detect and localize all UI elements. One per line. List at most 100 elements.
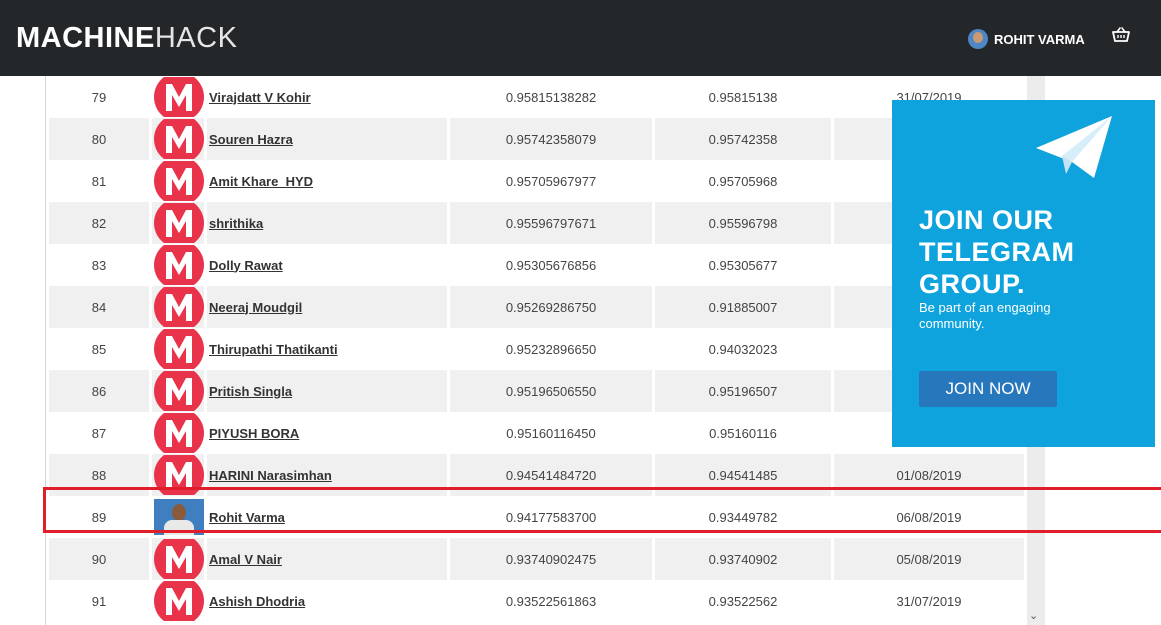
table-row: 90 Amal V Nair 0.93740902475 0.93740902 05/0… (49, 538, 1024, 580)
public-score-cell: 0.95232896650 (450, 328, 652, 370)
leaderboard-table: 79 Virajdatt V Kohir 0.95815138282 0.958151… (46, 76, 1027, 622)
participant-name-link[interactable]: Amit Khare_HYD (209, 174, 313, 189)
participant-name-link[interactable]: Souren Hazra (209, 132, 293, 147)
public-score-cell: 0.95196506550 (450, 370, 652, 412)
submission-date-cell: 01/08/2019 (834, 454, 1024, 496)
avatar-cell (152, 286, 204, 328)
rank-cell: 80 (49, 118, 149, 160)
participant-name-link[interactable]: Dolly Rawat (209, 258, 283, 273)
rank-cell: 88 (49, 454, 149, 496)
private-score-cell: 0.94032023 (655, 328, 831, 370)
table-row: 89 Rohit Varma 0.94177583700 0.93449782 06/0… (49, 496, 1024, 538)
promo-subtext: Be part of an engaging community. (919, 300, 1051, 331)
table-row: 79 Virajdatt V Kohir 0.95815138282 0.958151… (49, 76, 1024, 118)
table-row: 85 Thirupathi Thatikanti 0.95232896650 0.94… (49, 328, 1024, 370)
machinehack-logo-icon (154, 119, 204, 159)
rank-cell: 81 (49, 160, 149, 202)
public-score-cell: 0.95269286750 (450, 286, 652, 328)
rank-cell: 90 (49, 538, 149, 580)
rank-cell: 83 (49, 244, 149, 286)
private-score-cell: 0.93522562 (655, 580, 831, 622)
basket-icon[interactable] (1112, 27, 1130, 43)
private-score-cell: 0.91885007 (655, 286, 831, 328)
avatar-cell (152, 370, 204, 412)
user-name: ROHIT VARMA (994, 31, 1085, 47)
name-cell: Dolly Rawat (207, 244, 447, 286)
table-row: 81 Amit Khare_HYD 0.95705967977 0.95705968 (49, 160, 1024, 202)
private-score-cell: 0.95196507 (655, 370, 831, 412)
name-cell: Pritish Singla (207, 370, 447, 412)
machinehack-logo-icon (154, 581, 204, 621)
private-score-cell: 0.95742358 (655, 118, 831, 160)
telegram-promo-banner[interactable]: JOIN OUR TELEGRAM GROUP. Be part of an e… (892, 100, 1155, 447)
name-cell: Ashish Dhodria (207, 580, 447, 622)
join-now-button[interactable]: JOIN NOW (919, 371, 1057, 407)
rank-cell: 86 (49, 370, 149, 412)
avatar-cell (152, 328, 204, 370)
participant-name-link[interactable]: shrithika (209, 216, 263, 231)
scroll-down-arrow-icon[interactable]: ⌄ (1029, 609, 1038, 622)
participant-name-link[interactable]: PIYUSH BORA (209, 426, 299, 441)
participant-name-link[interactable]: Thirupathi Thatikanti (209, 342, 338, 357)
public-score-cell: 0.95705967977 (450, 160, 652, 202)
rank-cell: 79 (49, 76, 149, 118)
private-score-cell: 0.94541485 (655, 454, 831, 496)
table-row: 88 HARINI Narasimhan 0.94541484720 0.945414… (49, 454, 1024, 496)
private-score-cell: 0.95305677 (655, 244, 831, 286)
avatar-cell (152, 76, 204, 118)
submission-date-cell: 31/07/2019 (834, 580, 1024, 622)
avatar-cell (152, 202, 204, 244)
public-score-cell: 0.93740902475 (450, 538, 652, 580)
table-row: 80 Souren Hazra 0.95742358079 0.95742358 (49, 118, 1024, 160)
participant-name-link[interactable]: Amal V Nair (209, 552, 282, 567)
machinehack-logo-icon (154, 329, 204, 369)
rank-cell: 89 (49, 496, 149, 538)
machinehack-logo-icon (154, 539, 204, 579)
private-score-cell: 0.95160116 (655, 412, 831, 454)
machinehack-logo-icon (154, 455, 204, 495)
machinehack-logo-icon (154, 161, 204, 201)
name-cell: Amit Khare_HYD (207, 160, 447, 202)
avatar-cell (152, 160, 204, 202)
machinehack-logo-icon (154, 413, 204, 453)
rank-cell: 85 (49, 328, 149, 370)
machinehack-logo-icon (154, 245, 204, 285)
name-cell: Neeraj Moudgil (207, 286, 447, 328)
avatar-cell (152, 118, 204, 160)
participant-name-link[interactable]: Pritish Singla (209, 384, 292, 399)
rank-cell: 84 (49, 286, 149, 328)
name-cell: Amal V Nair (207, 538, 447, 580)
participant-name-link[interactable]: Ashish Dhodria (209, 594, 305, 609)
machinehack-logo-icon (154, 371, 204, 411)
public-score-cell: 0.95742358079 (450, 118, 652, 160)
machinehack-logo-icon (154, 203, 204, 243)
private-score-cell: 0.95705968 (655, 160, 831, 202)
table-row: 87 PIYUSH BORA 0.95160116450 0.95160116 (49, 412, 1024, 454)
promo-headline: JOIN OUR TELEGRAM GROUP. (919, 205, 1075, 299)
avatar-cell (152, 538, 204, 580)
submission-date-cell: 05/08/2019 (834, 538, 1024, 580)
name-cell: Rohit Varma (207, 496, 447, 538)
participant-name-link[interactable]: Neeraj Moudgil (209, 300, 302, 315)
participant-name-link[interactable]: HARINI Narasimhan (209, 468, 332, 483)
participant-name-link[interactable]: Virajdatt V Kohir (209, 90, 311, 105)
private-score-cell: 0.95596798 (655, 202, 831, 244)
machinehack-logo-icon (154, 77, 204, 117)
private-score-cell: 0.93449782 (655, 496, 831, 538)
telegram-plane-icon (1036, 116, 1112, 178)
avatar-cell (152, 454, 204, 496)
rank-cell: 91 (49, 580, 149, 622)
participant-name-link[interactable]: Rohit Varma (209, 510, 285, 525)
rank-cell: 87 (49, 412, 149, 454)
name-cell: Thirupathi Thatikanti (207, 328, 447, 370)
user-menu[interactable]: ROHIT VARMA (968, 28, 1085, 50)
table-row: 91 Ashish Dhodria 0.93522561863 0.93522562 3… (49, 580, 1024, 622)
private-score-cell: 0.93740902 (655, 538, 831, 580)
user-avatar (968, 29, 988, 49)
table-row: 86 Pritish Singla 0.95196506550 0.95196507 (49, 370, 1024, 412)
public-score-cell: 0.94541484720 (450, 454, 652, 496)
table-row: 83 Dolly Rawat 0.95305676856 0.95305677 (49, 244, 1024, 286)
machinehack-logo[interactable]: MACHINEHACK (16, 22, 237, 55)
name-cell: Souren Hazra (207, 118, 447, 160)
avatar-cell (152, 412, 204, 454)
